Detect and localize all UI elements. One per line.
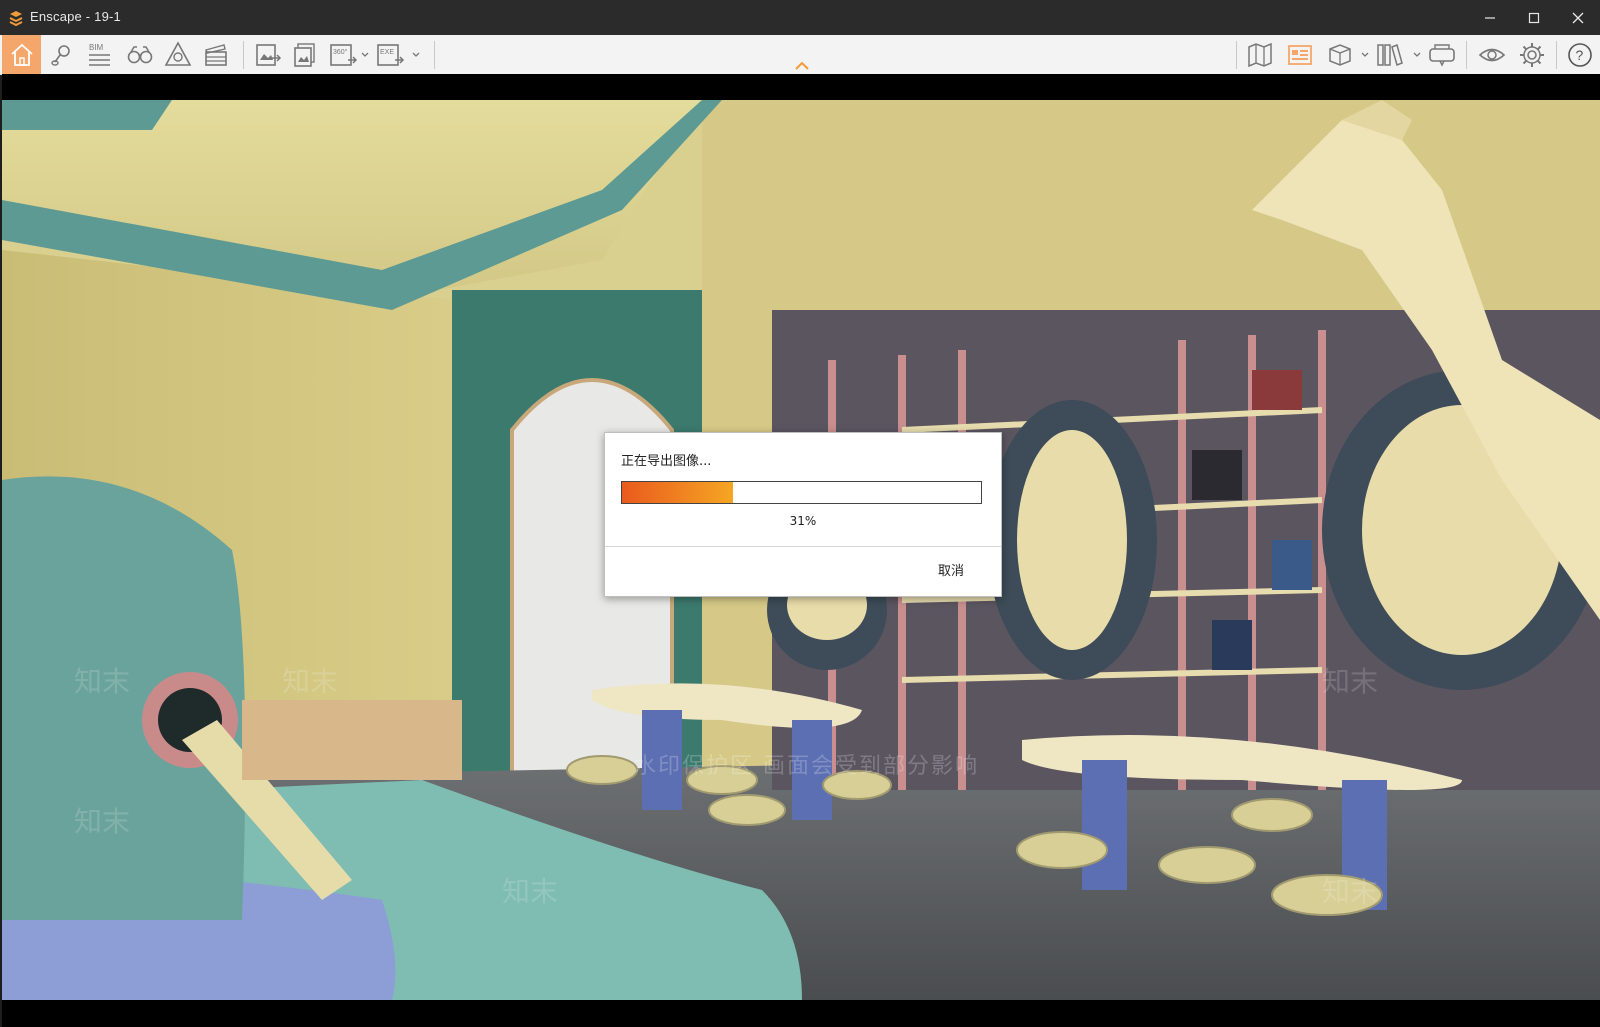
watermark-text: 知末 (502, 875, 559, 908)
exe-export-icon: EXE (377, 43, 405, 66)
chevron-down-icon[interactable] (412, 51, 420, 59)
export-progress-bar (621, 481, 982, 504)
views-manager-button[interactable] (1282, 38, 1318, 71)
screenshot-button[interactable] (250, 38, 286, 71)
chevron-down-icon[interactable] (1361, 51, 1369, 59)
library-button[interactable] (1372, 38, 1408, 71)
chevron-down-icon[interactable] (361, 51, 369, 59)
home-button[interactable] (2, 35, 41, 74)
map-button[interactable] (1242, 38, 1278, 71)
close-icon (1572, 12, 1584, 23)
batch-render-button[interactable] (288, 38, 324, 71)
svg-text:?: ? (1576, 47, 1584, 63)
settings-button[interactable] (1514, 38, 1550, 71)
close-button[interactable] (1556, 0, 1600, 35)
binoculars-icon (127, 45, 153, 63)
watermark-text: 知末 (74, 665, 131, 698)
svg-text:BIM: BIM (89, 43, 104, 52)
video-editor-button[interactable] (198, 38, 234, 71)
watermark-text: 知末 (1322, 665, 1379, 698)
exe-export-button[interactable]: EXE (372, 38, 408, 71)
book-library-icon (1377, 43, 1403, 66)
toolbar-divider (243, 41, 244, 69)
watermark-text: 知末 (282, 665, 339, 698)
cancel-button[interactable]: 取消 (915, 559, 987, 585)
bim-icon: BIM (89, 43, 110, 66)
dialog-message: 正在导出图像... (621, 454, 712, 469)
settings-gear-icon (1520, 42, 1544, 67)
enscape-logo-icon (9, 11, 23, 26)
minimize-icon (1485, 16, 1495, 19)
svg-text:EXE: EXE (380, 49, 394, 56)
home-icon (10, 43, 33, 66)
watermark-text: 知末 (74, 805, 131, 838)
clapper-video-icon (205, 43, 227, 66)
help-button[interactable]: ? (1562, 38, 1598, 71)
maximize-icon (1528, 12, 1540, 23)
progress-fill (622, 482, 734, 503)
toolbar-divider (434, 41, 435, 69)
panorama-button[interactable]: 360° (325, 38, 361, 71)
toolbar-divider (1466, 41, 1467, 69)
batch-render-icon (294, 42, 315, 67)
asset-library-icon (164, 40, 192, 66)
help-icon: ? (1568, 42, 1592, 67)
window-title: Enscape - 19-1 (30, 9, 121, 24)
watermark-text: 知末 (1322, 875, 1379, 908)
svg-text:360°: 360° (333, 48, 348, 56)
screenshot-export-icon (256, 43, 282, 66)
eye-icon (1478, 48, 1506, 61)
map-icon (1248, 42, 1272, 67)
watermark-banner: 水印保护区 画面会受到部分影响 (634, 754, 979, 779)
vr-headset-icon (1429, 43, 1455, 67)
chevron-down-icon[interactable] (1413, 51, 1421, 59)
bim-button[interactable]: BIM (82, 38, 118, 71)
binoculars-button[interactable] (122, 38, 158, 71)
progress-percent: 31% (789, 514, 817, 528)
panorama-360-icon: 360° (330, 43, 358, 66)
export-progress-dialog: 正在导出图像... 31% 取消 (604, 432, 1002, 597)
maximize-button[interactable] (1512, 0, 1556, 35)
asset-library-button[interactable] (160, 38, 196, 71)
views-manager-icon (1288, 44, 1312, 65)
title-bar: Enscape - 19-1 (0, 0, 1600, 35)
vr-headset-button[interactable] (1424, 38, 1460, 71)
collapse-toolbar-icon[interactable] (794, 59, 810, 71)
minimize-button[interactable] (1468, 0, 1512, 35)
toolbar-divider (1236, 41, 1237, 69)
dialog-divider (605, 546, 1001, 547)
location-pin-icon (51, 44, 70, 66)
location-button[interactable] (44, 38, 80, 71)
toolbar-divider (1556, 41, 1557, 69)
cube-icon (1329, 43, 1351, 66)
visual-settings-button[interactable] (1474, 38, 1510, 71)
cube-button[interactable] (1322, 38, 1358, 71)
